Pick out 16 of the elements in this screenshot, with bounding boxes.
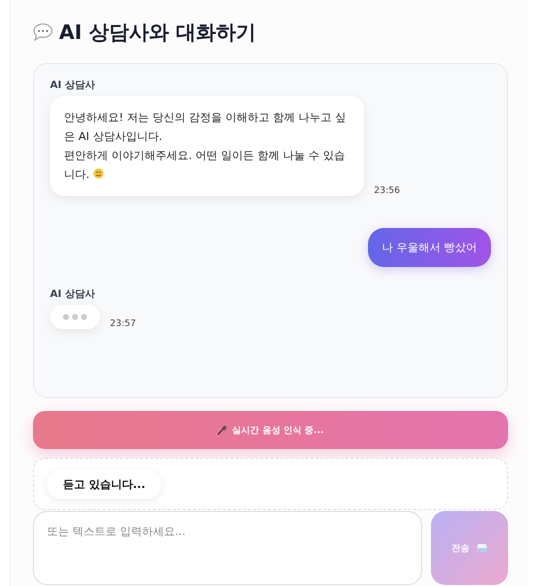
smiley-icon	[93, 168, 104, 179]
typing-indicator	[50, 305, 100, 329]
sender-name: AI 상담사	[50, 79, 96, 92]
message-time: 23:56	[374, 186, 400, 196]
voice-recognition-bar[interactable]: 실시간 음성 인식 중...	[33, 411, 508, 449]
voice-status-label: 실시간 음성 인식 중...	[232, 424, 324, 436]
microphone-icon	[217, 425, 228, 435]
listening-status: 듣고 있습니다...	[47, 470, 162, 498]
user-message-bubble: 나 우울해서 빵샀어	[368, 228, 491, 267]
message-input[interactable]: 또는 텍스트로 입력하세요...	[33, 511, 422, 585]
speech-bubble-icon	[33, 23, 53, 41]
message-bubble: 안녕하세요! 저는 당신의 감정을 이해하고 함께 나누고 싶은 AI 상담사입니다. 편안하게 이야기해주세요. 어떤 일이든 함께 나눌 수 있습니다.	[50, 96, 364, 196]
message-time: 23:57	[110, 319, 136, 329]
sender-name: AI 상담사	[50, 288, 96, 301]
page-title: AI 상담사와 대화하기	[59, 18, 256, 46]
tray-icon	[476, 543, 488, 553]
